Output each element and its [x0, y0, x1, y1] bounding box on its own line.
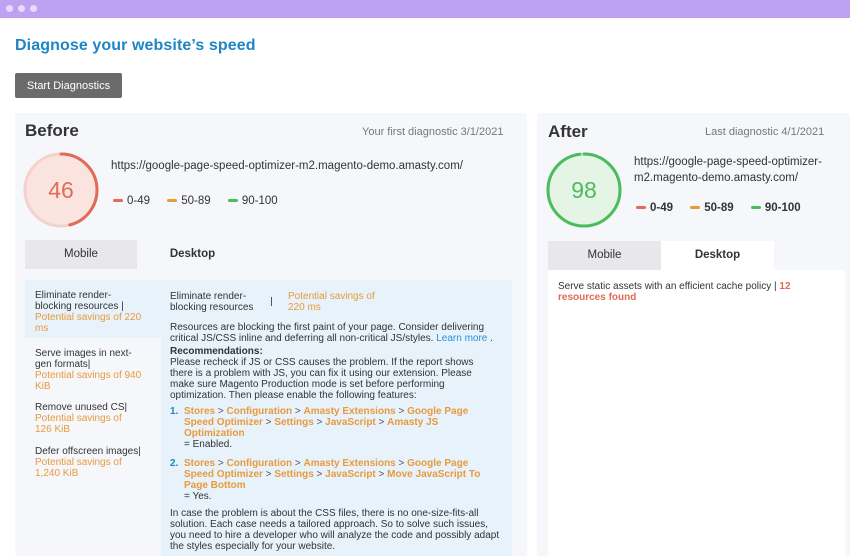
detail-savings: Potential savings of 220 ms [288, 291, 375, 313]
detail-title: Eliminate render-blocking resources [170, 291, 254, 313]
audit-item[interactable]: Defer offscreen images| Potential saving… [25, 446, 161, 479]
before-url: https://google-page-speed-optimizer-m2.m… [111, 160, 463, 172]
after-heading: After [548, 122, 588, 141]
step-1-path[interactable]: Stores > Configuration > Amasty Extensio… [184, 406, 484, 439]
step-2-value: = Yes. [184, 491, 212, 502]
before-score-gauge: 46 [23, 152, 99, 228]
tab-mobile[interactable]: Mobile [25, 240, 137, 269]
detail-description: Resources are blocking the first paint o… [170, 322, 493, 344]
start-diagnostics-button[interactable]: Start Diagnostics [15, 73, 122, 98]
after-tabs: Mobile Desktop [548, 241, 845, 270]
window-dot-close[interactable] [6, 5, 13, 12]
before-audit-list: Eliminate render-blocking resources | Po… [25, 280, 161, 556]
audit-detail-pane: Eliminate render-blocking resources Pote… [161, 280, 512, 556]
legend-mid: 50-89 [167, 195, 211, 207]
tab-desktop[interactable]: Desktop [137, 240, 248, 269]
legend-mid: 50-89 [690, 202, 734, 214]
step-2-path[interactable]: Stores > Configuration > Amasty Extensio… [184, 458, 494, 491]
legend-low: 0-49 [113, 195, 150, 207]
before-score: 46 [48, 177, 74, 203]
after-audit-list [548, 270, 845, 556]
detail-footer-text: In case the problem is about the CSS fil… [170, 508, 500, 552]
audit-item[interactable]: Serve images in next-gen formats| Potent… [25, 348, 161, 392]
recommendations-text: Please recheck if JS or CSS causes the p… [170, 357, 474, 401]
legend-high: 90-100 [750, 202, 801, 214]
window-dot-maximize[interactable] [30, 5, 37, 12]
audit-item[interactable]: Remove unused CS| Potential savings of 1… [25, 402, 161, 435]
step-1-value: = Enabled. [184, 439, 233, 450]
audit-item[interactable]: Serve static assets with an efficient ca… [558, 281, 808, 303]
before-meta: Your first diagnostic 3/1/2021 [362, 126, 504, 138]
tab-desktop[interactable]: Desktop [661, 241, 774, 270]
after-score-gauge: 98 [546, 152, 622, 228]
before-heading: Before [25, 121, 79, 140]
learn-more-link[interactable]: Learn more [436, 333, 487, 344]
detail-separator [271, 297, 272, 306]
before-tabs: Mobile Desktop [25, 240, 512, 269]
page-title: Diagnose your website’s speed [15, 37, 256, 54]
after-legend: 0-49 50-89 90-100 [636, 202, 815, 214]
audit-item[interactable]: Eliminate render-blocking resources | Po… [25, 280, 161, 338]
window-titlebar [0, 0, 850, 18]
after-url: https://google-page-speed-optimizer-m2.m… [634, 156, 822, 184]
after-meta: Last diagnostic 4/1/2021 [705, 126, 825, 138]
legend-high: 90-100 [227, 195, 278, 207]
legend-low: 0-49 [636, 202, 673, 214]
after-score: 98 [571, 177, 597, 203]
recommendations-heading: Recommendations: [170, 346, 263, 357]
window-dot-minimize[interactable] [18, 5, 25, 12]
tab-mobile[interactable]: Mobile [548, 241, 661, 270]
before-legend: 0-49 50-89 90-100 [113, 195, 292, 207]
